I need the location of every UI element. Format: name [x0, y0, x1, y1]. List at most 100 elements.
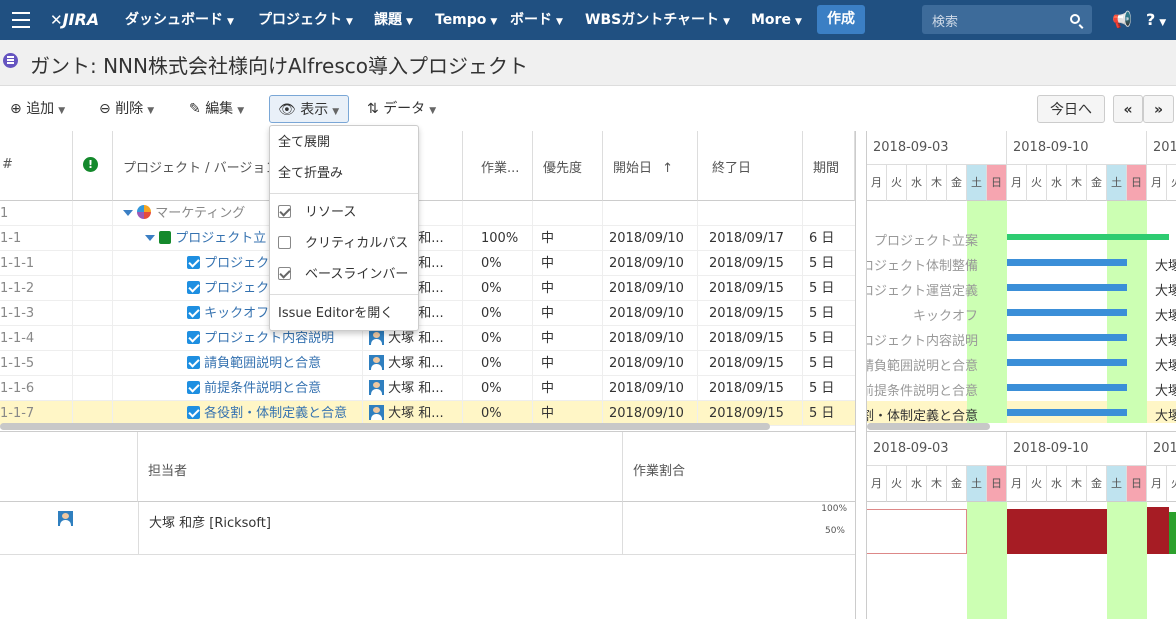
- nav-issues[interactable]: 課題 ▼: [374, 0, 413, 40]
- delete-button[interactable]: ⊖ 削除 ▼: [99, 95, 154, 123]
- gantt-assignee-label: 大塚: [1155, 334, 1176, 349]
- add-button[interactable]: ⊕ 追加 ▼: [10, 95, 65, 123]
- search-placeholder: 検索: [932, 15, 959, 30]
- row-name[interactable]: 前提条件説明と合意: [113, 376, 363, 401]
- row-priority: 中: [533, 351, 603, 376]
- day-header: 金: [947, 165, 967, 201]
- table-row[interactable]: 1-1-6 前提条件説明と合意 大塚 和... 0% 中 2018/09/10 2018…: [0, 376, 855, 401]
- weekend-column: [1127, 502, 1147, 619]
- col-priority-header[interactable]: 優先度: [533, 131, 603, 201]
- task-bar[interactable]: [1007, 334, 1127, 341]
- row-id: 1-1-6: [0, 376, 73, 401]
- app-switcher-icon[interactable]: [12, 12, 30, 28]
- resource-gantt: 2018-09-03 2018-09-10 201 月火水木金土日月火水木金土日…: [867, 431, 1176, 619]
- menu-resource[interactable]: リソース: [270, 198, 418, 228]
- next-button[interactable]: »: [1143, 95, 1174, 123]
- project-icon: [137, 205, 152, 219]
- resource-load-bar[interactable]: [1147, 507, 1169, 554]
- data-button[interactable]: ⇅ データ ▼: [367, 95, 436, 123]
- row-name[interactable]: 請負範囲説明と合意: [113, 351, 363, 376]
- table-row[interactable]: 1-1-2 プロジェク 大塚 和...0%中2018/09/102018/09/…: [0, 276, 855, 301]
- resource-load-bar[interactable]: [1007, 509, 1107, 554]
- table-row[interactable]: 1 マーケティング: [0, 201, 855, 226]
- row-start: 2018/09/10: [603, 251, 698, 276]
- task-checkbox-icon: [187, 306, 200, 319]
- day-header: 日: [1127, 165, 1147, 201]
- menu-expand-all[interactable]: 全て展開: [270, 128, 418, 158]
- nav-tempo[interactable]: Tempo ▼: [435, 0, 497, 40]
- menu-collapse-all[interactable]: 全て折畳み: [270, 159, 418, 189]
- menu-issue-editor[interactable]: Issue Editorを開く: [270, 299, 418, 329]
- task-bar[interactable]: [1007, 409, 1127, 416]
- menu-critical-path[interactable]: クリティカルパス: [270, 229, 418, 259]
- resource-load-bar[interactable]: [1169, 512, 1176, 554]
- row-duration: 5 日: [809, 256, 835, 271]
- task-checkbox-icon: [187, 381, 200, 394]
- nav-wbs-gantt[interactable]: WBSガントチャート ▼: [585, 0, 730, 40]
- grid-horizontal-scrollbar[interactable]: [0, 423, 770, 430]
- minus-circle-icon: ⊖: [99, 101, 111, 117]
- task-bar[interactable]: [1007, 359, 1127, 366]
- create-button[interactable]: 作成: [817, 5, 865, 34]
- resource-ratio-header[interactable]: 作業割合: [623, 432, 855, 502]
- gantt-horizontal-scrollbar[interactable]: [867, 423, 990, 430]
- nav-more[interactable]: More ▼: [751, 0, 802, 40]
- table-row[interactable]: 1-1 プロジェクト立 大塚 和...100%中2018/09/102018/0…: [0, 226, 855, 251]
- edit-button[interactable]: ✎ 編集 ▼: [189, 95, 244, 123]
- help-icon[interactable]: ? ▼: [1146, 0, 1166, 40]
- col-work-header[interactable]: 作業...: [463, 131, 533, 201]
- table-row[interactable]: 1-1-5 請負範囲説明と合意 大塚 和... 0% 中 2018/09/10 2018…: [0, 351, 855, 376]
- col-status-header[interactable]: !: [73, 131, 113, 201]
- day-header: 火: [1167, 165, 1176, 201]
- row-work: 0%: [463, 251, 533, 276]
- row-start: [603, 201, 698, 226]
- col-end-header[interactable]: 終了日: [698, 131, 803, 201]
- table-row[interactable]: 1-1-1 プロジェク 大塚 和...0%中2018/09/102018/09/…: [0, 251, 855, 276]
- summary-bar[interactable]: [1007, 234, 1169, 240]
- row-id: 1-1-2: [0, 276, 73, 301]
- row-work: 0%: [463, 301, 533, 326]
- task-checkbox-icon: [187, 331, 200, 344]
- prev-button[interactable]: «: [1113, 95, 1143, 123]
- weekend-column: [1107, 502, 1127, 619]
- search-input[interactable]: 検索: [922, 5, 1092, 34]
- row-work: 0%: [463, 351, 533, 376]
- resource-row[interactable]: 大塚 和彦 [Ricksoft] 100% 50%: [0, 502, 855, 555]
- expand-triangle-icon[interactable]: [123, 210, 133, 216]
- col-start-header[interactable]: 開始日 ↑: [603, 131, 698, 201]
- expand-triangle-icon[interactable]: [145, 235, 155, 241]
- row-priority: 中: [533, 326, 603, 351]
- table-row[interactable]: 1-1-3 キックオフ 大塚 和...0%中2018/09/102018/09/…: [0, 301, 855, 326]
- weekend-column: [987, 502, 1007, 619]
- view-button[interactable]: 👁 表示 ▼: [269, 95, 349, 123]
- col-id-header[interactable]: #: [0, 131, 73, 201]
- task-bar[interactable]: [1007, 284, 1127, 291]
- task-bar[interactable]: [1007, 384, 1127, 391]
- pane-splitter[interactable]: [855, 131, 867, 619]
- table-row[interactable]: 1-1-4 プロジェクト内容説明 大塚 和... 0% 中 2018/09/10 201…: [0, 326, 855, 351]
- row-end: 2018/09/15: [698, 326, 803, 351]
- notifications-icon[interactable]: 📢: [1112, 0, 1132, 40]
- day-header: 水: [907, 165, 927, 201]
- day-header: 土: [967, 466, 987, 502]
- row-priority: 中: [533, 301, 603, 326]
- gantt-project-icon: [3, 53, 18, 68]
- weekend-column: [987, 201, 1007, 423]
- info-icon: !: [83, 157, 98, 172]
- nav-dashboard[interactable]: ダッシュボード ▼: [125, 0, 234, 40]
- checkbox-unchecked-icon: [278, 236, 291, 249]
- task-bar[interactable]: [1007, 259, 1127, 266]
- gantt-task-label: 請負範囲説明と合意: [867, 359, 978, 374]
- col-duration-header[interactable]: 期間: [803, 131, 855, 201]
- task-bar[interactable]: [1007, 309, 1127, 316]
- day-header: 木: [927, 165, 947, 201]
- day-header: 月: [1147, 165, 1167, 201]
- nav-projects[interactable]: プロジェクト ▼: [258, 0, 353, 40]
- resource-assignee-header[interactable]: 担当者: [138, 432, 623, 502]
- nav-boards[interactable]: ボード ▼: [510, 0, 563, 40]
- today-button[interactable]: 今日へ: [1037, 95, 1105, 123]
- jira-logo[interactable]: ✕JIRA: [50, 0, 99, 40]
- menu-baseline[interactable]: ベースラインバー: [270, 260, 418, 290]
- gantt-task-label: ロジェクト内容説明: [867, 334, 978, 349]
- day-header: 月: [1007, 165, 1027, 201]
